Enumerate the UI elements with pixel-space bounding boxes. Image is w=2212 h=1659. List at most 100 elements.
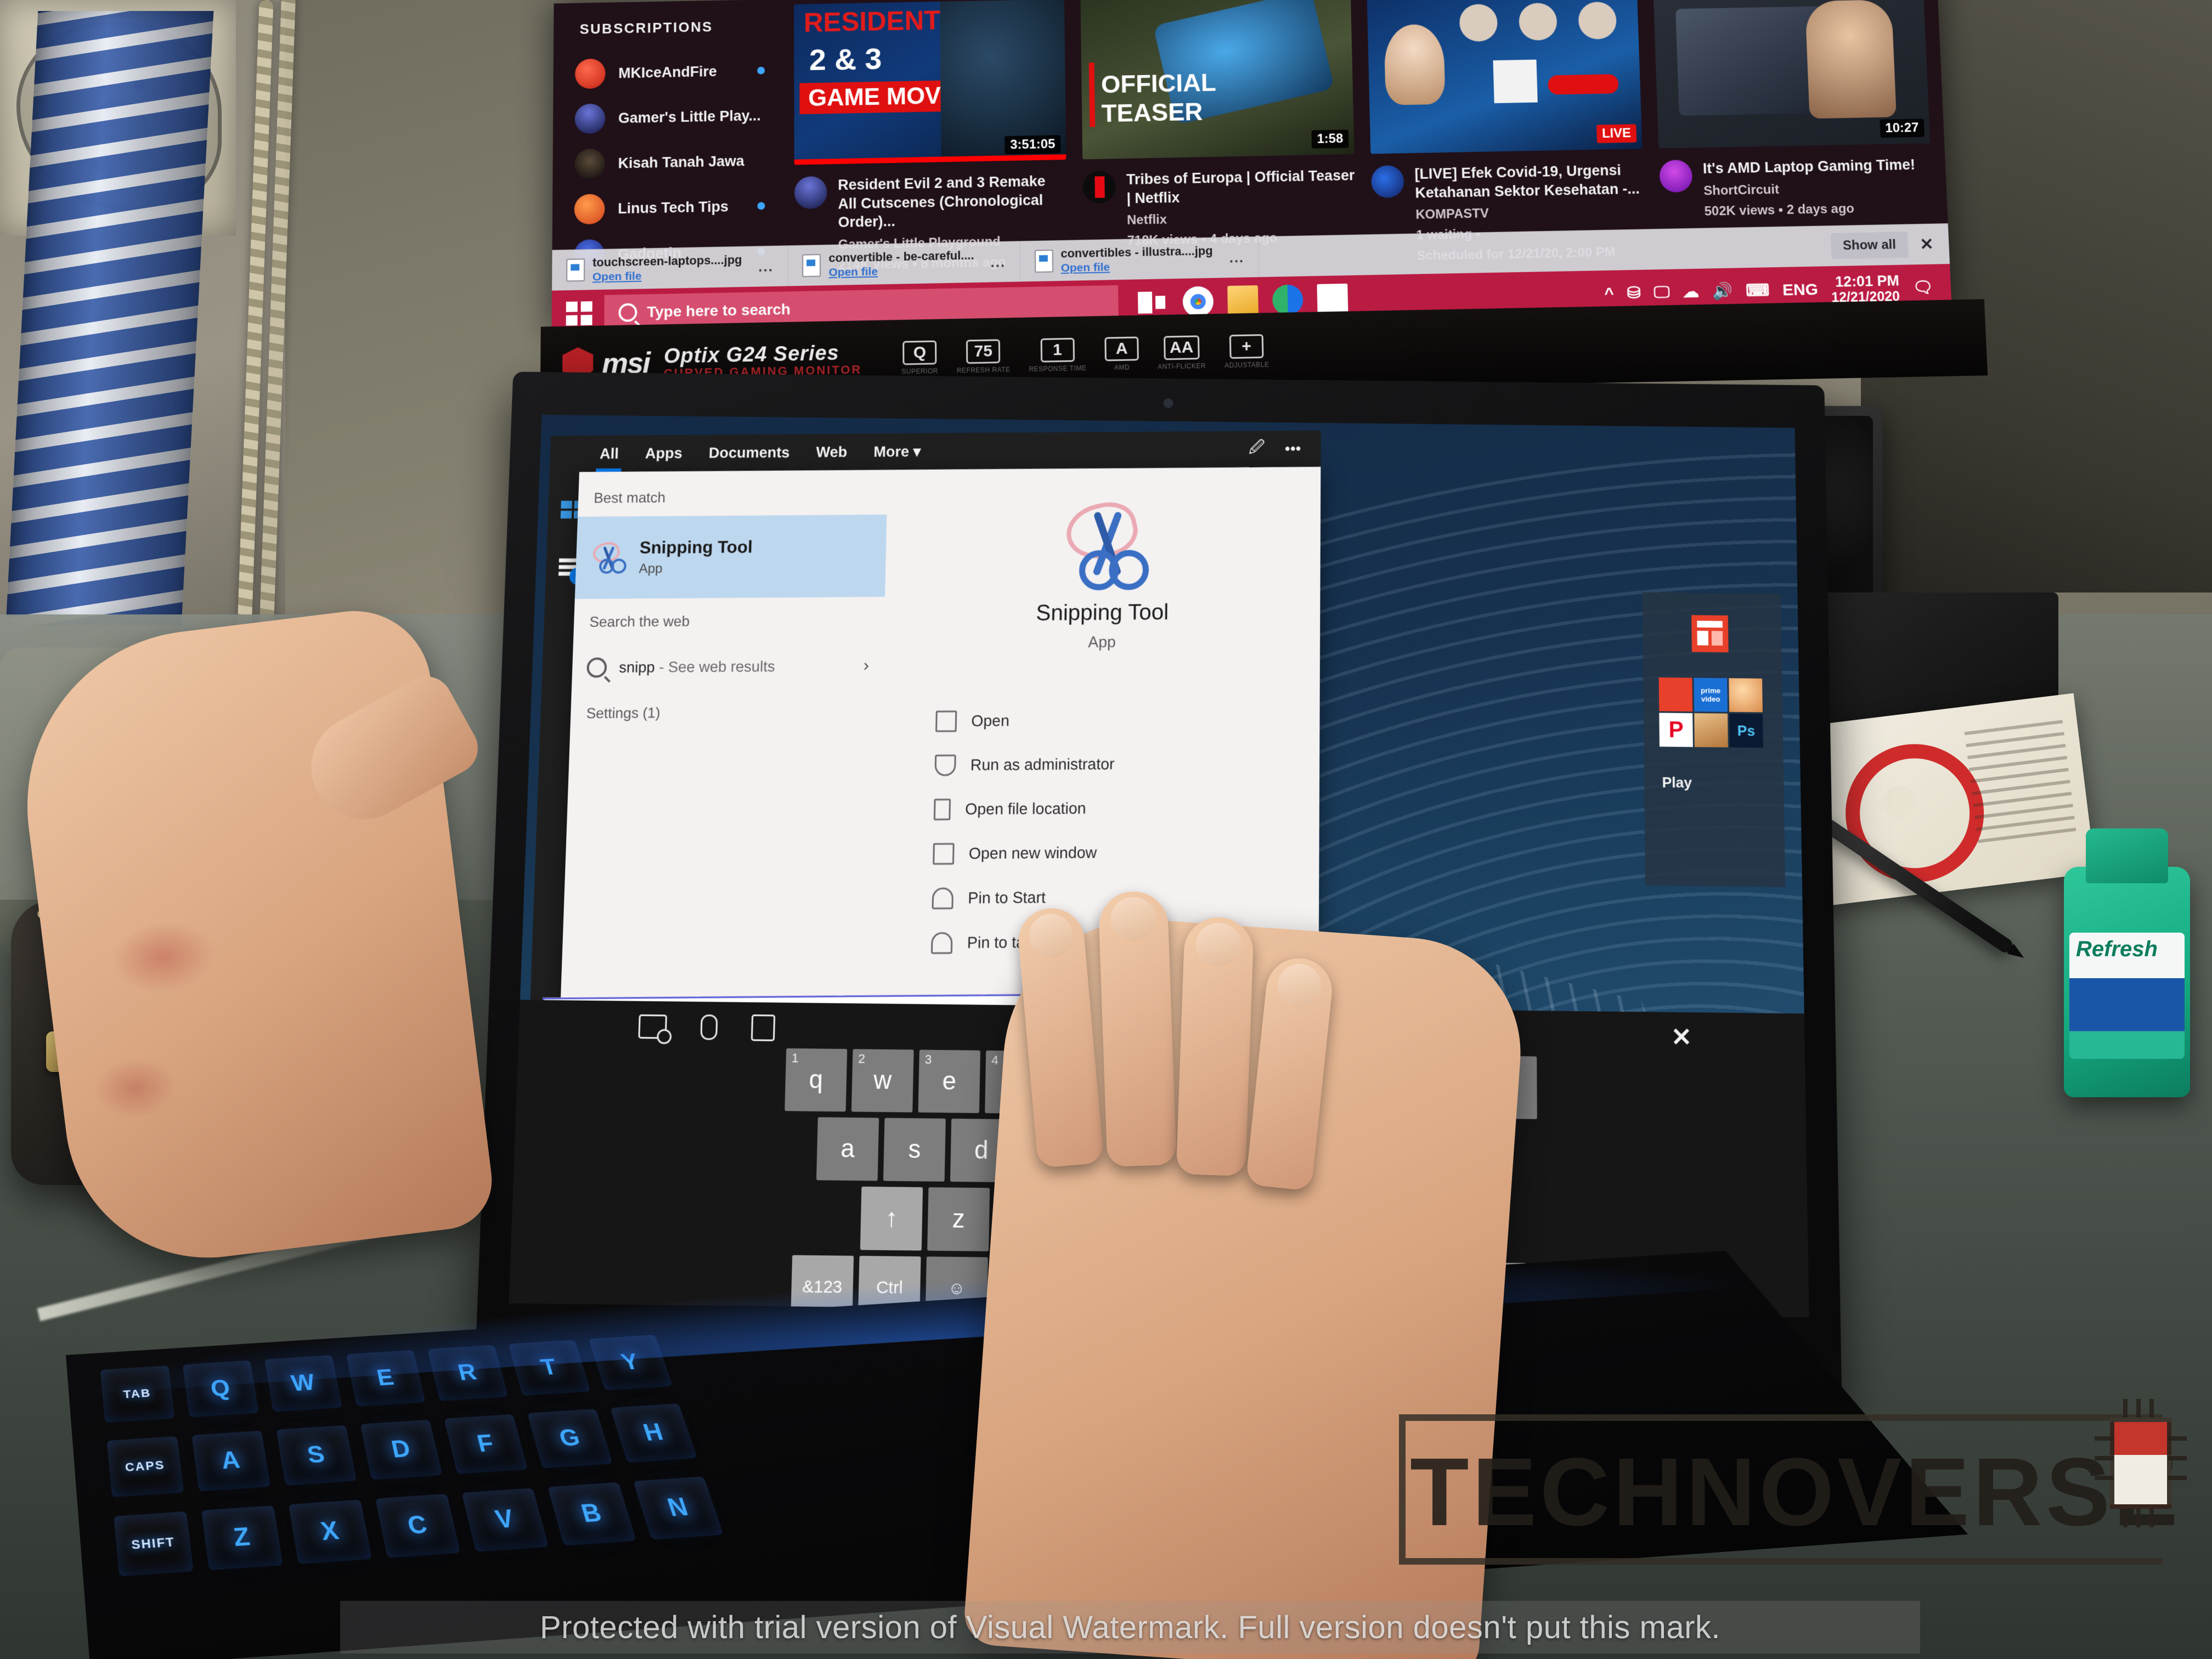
- show-all-downloads-button[interactable]: Show all: [1830, 232, 1909, 259]
- video-thumbnail[interactable]: LIVE: [1367, 0, 1643, 154]
- physical-key-b[interactable]: B: [548, 1482, 636, 1546]
- video-title[interactable]: [LIVE] Efek Covid-19, Urgensi Ketahanan …: [1414, 161, 1644, 202]
- physical-key-s[interactable]: S: [276, 1425, 357, 1486]
- bottle-cap: [2086, 828, 2168, 883]
- physical-key-n[interactable]: N: [633, 1476, 724, 1540]
- sidebar-item-mkiceandfire[interactable]: MKIceAndFire: [575, 48, 787, 97]
- chevron-up-icon[interactable]: ^: [1604, 284, 1615, 303]
- pinterest-tile[interactable]: P: [1659, 713, 1693, 747]
- tab-more-label: More: [873, 443, 910, 460]
- tab-apps[interactable]: Apps: [645, 444, 683, 462]
- physical-key-f[interactable]: F: [444, 1414, 528, 1474]
- close-keyboard-icon[interactable]: ✕: [1671, 1023, 1692, 1052]
- action-center-icon[interactable]: 🗨: [1912, 278, 1933, 297]
- chevron-right-icon[interactable]: ›: [863, 656, 869, 675]
- physical-key-a[interactable]: A: [191, 1430, 271, 1492]
- office-tile[interactable]: [1691, 615, 1729, 653]
- sidebar-item-linus-tech-tips[interactable]: Linus Tech Tips: [574, 183, 787, 232]
- video-channel[interactable]: Netflix: [1127, 208, 1356, 228]
- feedback-icon[interactable]: 🖉: [1249, 436, 1265, 462]
- tab-web[interactable]: Web: [816, 443, 847, 461]
- keyboard-settings-icon[interactable]: [638, 1014, 668, 1039]
- onedrive-sync-icon[interactable]: ⛁: [1627, 284, 1641, 303]
- download-item[interactable]: convertibles - illustra....jpg Open file…: [1020, 236, 1260, 282]
- photo-tile[interactable]: [1729, 678, 1763, 713]
- physical-key-c[interactable]: C: [375, 1493, 461, 1558]
- photoshop-tile[interactable]: Ps: [1729, 713, 1763, 748]
- physical-key-shift[interactable]: SHIFT: [114, 1511, 194, 1577]
- video-thumbnail[interactable]: OFFICIAL TEASER 1:58: [1080, 0, 1355, 160]
- video-title[interactable]: It's AMD Laptop Gaming Time!: [1702, 155, 1915, 178]
- display-icon[interactable]: 🖵: [1654, 284, 1670, 302]
- sidebar-item-gamers-little-playground[interactable]: Gamer's Little Play...: [574, 93, 786, 142]
- action-run-as-administrator[interactable]: Run as administrator: [934, 742, 1115, 788]
- action-pin-to-start[interactable]: Pin to Start: [932, 875, 1113, 921]
- new-video-dot: [757, 202, 765, 210]
- key-q[interactable]: 1q: [785, 1048, 848, 1112]
- tab-more[interactable]: More ▾: [873, 443, 921, 460]
- video-title[interactable]: Resident Evil 2 and 3 Remake All Cutscen…: [838, 172, 1067, 232]
- key-shift-left[interactable]: ↑: [860, 1186, 923, 1251]
- video-channel[interactable]: KOMPASTV: [1415, 203, 1645, 223]
- keyboard-layout-icon[interactable]: ⌨: [1746, 281, 1770, 301]
- physical-key-g[interactable]: G: [527, 1408, 613, 1469]
- roblox-tile[interactable]: [1658, 677, 1693, 712]
- monitor-spec-badges: Q SUPERIOR 75 REFRESH RATE 1 RESPONSE TI…: [901, 334, 1269, 375]
- photo-scene: PLA Refresh SUBSCRIPTIONS MKIceAndFire: [0, 0, 2212, 1659]
- key-e[interactable]: 3e: [918, 1049, 980, 1113]
- best-match-result[interactable]: Snipping Tool App: [574, 514, 887, 599]
- action-open[interactable]: Open: [935, 698, 1115, 743]
- text-app-icon[interactable]: [1317, 283, 1348, 315]
- video-title[interactable]: Tribes of Europa | Official Teaser | Net…: [1126, 166, 1356, 208]
- chrome-icon[interactable]: [1182, 286, 1214, 318]
- physical-key-caps[interactable]: CAPS: [106, 1436, 184, 1498]
- gallery-tile[interactable]: [1694, 713, 1728, 748]
- close-downloads-bar-icon[interactable]: ✕: [1920, 235, 1934, 254]
- channel-avatar: [574, 103, 606, 134]
- channel-avatar: [575, 58, 606, 89]
- web-suggestion-row[interactable]: snipp - See web results ›: [572, 639, 884, 695]
- volume-icon[interactable]: 🔊: [1712, 282, 1733, 301]
- key-w[interactable]: 2w: [851, 1049, 914, 1113]
- physical-key-z[interactable]: Z: [201, 1505, 283, 1571]
- physical-key-d[interactable]: D: [360, 1419, 443, 1480]
- file-explorer-icon[interactable]: [1227, 285, 1259, 317]
- microphone-icon[interactable]: [700, 1014, 718, 1040]
- tab-all[interactable]: All: [600, 445, 619, 462]
- key-s[interactable]: s: [883, 1118, 946, 1182]
- video-thumbnail[interactable]: RESIDENT EVIL 2 & 3 GAME MOVIE 3:51:05: [794, 0, 1066, 165]
- video-thumbnail[interactable]: 10:27: [1653, 0, 1931, 149]
- action-open-file-location[interactable]: Open file location: [933, 786, 1114, 832]
- new-video-dot: [757, 66, 765, 75]
- clipboard-icon[interactable]: [751, 1014, 776, 1041]
- language-indicator[interactable]: ENG: [1782, 280, 1819, 300]
- edge-icon[interactable]: [1272, 284, 1304, 315]
- cloud-icon[interactable]: ☁: [1683, 283, 1700, 302]
- download-menu-icon[interactable]: ...: [990, 253, 1006, 270]
- download-menu-icon[interactable]: ...: [758, 258, 774, 275]
- key-a[interactable]: a: [816, 1117, 879, 1181]
- physical-key-v[interactable]: V: [461, 1488, 549, 1552]
- tab-documents[interactable]: Documents: [708, 444, 789, 461]
- download-menu-icon[interactable]: ...: [1229, 249, 1244, 266]
- action-open-new-window[interactable]: Open new window: [933, 831, 1114, 876]
- taskbar-search-placeholder: Type here to search: [647, 301, 791, 320]
- download-item[interactable]: touchscreen-laptops....jpg Open file ...: [552, 246, 788, 291]
- start-button-icon[interactable]: [566, 301, 592, 326]
- physical-key-x[interactable]: X: [289, 1499, 373, 1565]
- download-item[interactable]: convertible - be-careful.... Open file .…: [788, 241, 1021, 286]
- action-label: Pin to Start: [968, 888, 1046, 907]
- open-file-link[interactable]: Open file: [1061, 259, 1214, 275]
- right-middle-finger: [1098, 890, 1177, 1167]
- key-z[interactable]: z: [927, 1187, 990, 1251]
- start-menu-tiles: prime video P Ps Play: [1658, 615, 1764, 793]
- physical-key-h[interactable]: H: [610, 1403, 697, 1463]
- open-file-link[interactable]: Open file: [828, 263, 974, 279]
- prime-video-tile[interactable]: prime video: [1694, 678, 1728, 712]
- video-channel[interactable]: ShortCircuit: [1703, 179, 1916, 199]
- overflow-menu-icon[interactable]: •••: [1285, 440, 1301, 458]
- sidebar-item-kisah-tanah-jawa[interactable]: Kisah Tanah Jawa: [574, 138, 787, 187]
- spec-caption: ANTI-FLICKER: [1158, 362, 1206, 370]
- task-view-icon[interactable]: [1137, 287, 1169, 318]
- open-file-link[interactable]: Open file: [592, 268, 742, 284]
